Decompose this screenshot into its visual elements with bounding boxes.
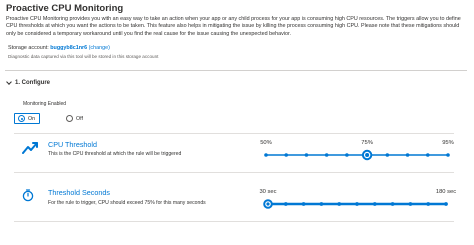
threshold_seconds-thumb-center	[266, 202, 270, 206]
row-divider	[14, 221, 454, 222]
threshold_seconds-step-dot[interactable]	[337, 202, 342, 206]
threshold_seconds-step-dot[interactable]	[390, 202, 395, 206]
threshold_seconds-step-dot[interactable]	[301, 202, 306, 206]
threshold_seconds-step-dot[interactable]	[426, 202, 431, 206]
threshold_seconds-step-dot[interactable]	[355, 202, 359, 206]
threshold_seconds-step-dot[interactable]	[283, 202, 288, 206]
threshold_seconds-step-dot[interactable]	[444, 202, 448, 206]
threshold-seconds-slider[interactable]	[0, 0, 474, 245]
threshold_seconds-step-dot[interactable]	[319, 202, 324, 206]
threshold_seconds-step-dot[interactable]	[372, 202, 377, 206]
threshold_seconds-step-dot[interactable]	[408, 202, 413, 206]
